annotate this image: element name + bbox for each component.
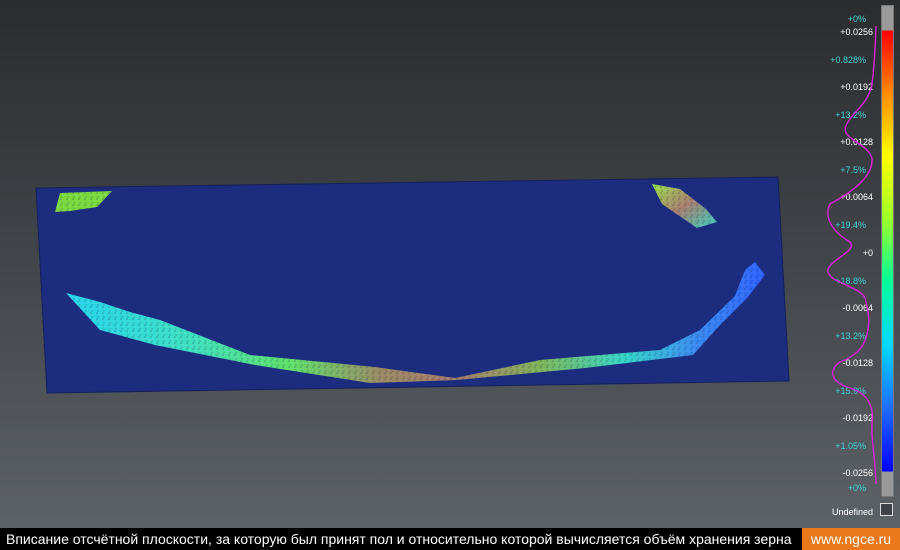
point-cloud-scene	[35, 176, 790, 394]
footer-bar: Вписание отсчётной плоскости, за которую…	[0, 528, 900, 550]
site-link[interactable]: www.ngce.ru	[802, 528, 900, 550]
caption-text: Вписание отсчётной плоскости, за которую…	[6, 531, 792, 547]
histogram-curve	[827, 25, 877, 485]
undefined-swatch	[880, 503, 893, 516]
undefined-label: Undefined	[831, 507, 873, 517]
3d-viewport[interactable]: +0% +0.0256 +0.828% +0.0192 +13.2% +0.01…	[0, 0, 900, 528]
color-scale-bar	[881, 5, 894, 497]
